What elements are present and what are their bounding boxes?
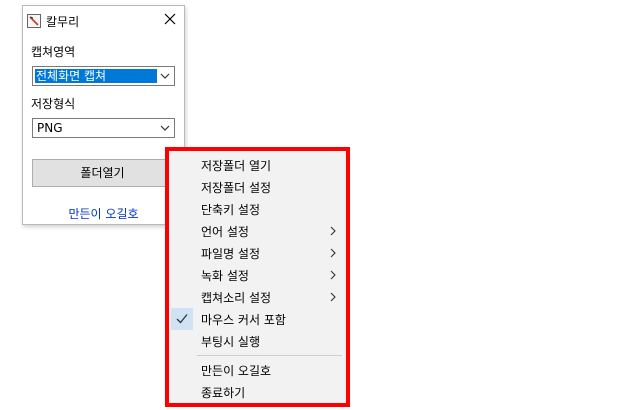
menu-item-recording-settings[interactable]: 녹화 설정	[169, 264, 346, 286]
save-format-select[interactable]: PNG	[32, 118, 175, 138]
menu-item-label: 종료하기	[201, 386, 246, 400]
chevron-down-icon	[160, 125, 170, 131]
close-icon[interactable]	[162, 11, 178, 27]
menu-item-open-save-folder[interactable]: 저장폴더 열기	[169, 154, 346, 176]
menu-item-label: 부팅시 실행	[201, 335, 261, 349]
capture-area-label: 캡쳐영역	[31, 45, 76, 59]
chevron-right-icon	[330, 226, 336, 236]
window-title: 칼무리	[46, 15, 80, 29]
context-menu: 저장폴더 열기 저장폴더 설정 단축키 설정 언어 설정 파일명 설정 녹화 설…	[165, 147, 350, 407]
open-folder-button[interactable]: 폴더열기	[32, 159, 173, 187]
save-format-value: PNG	[37, 121, 63, 135]
menu-item-include-mouse-cursor[interactable]: 마우스 커서 포함	[169, 308, 346, 330]
capture-area-value: 전체화면 캡쳐	[35, 69, 157, 83]
chevron-right-icon	[330, 270, 336, 280]
menu-item-filename-settings[interactable]: 파일명 설정	[169, 242, 346, 264]
menu-item-label: 마우스 커서 포함	[201, 313, 286, 327]
chevron-right-icon	[330, 248, 336, 258]
menu-item-shortcut-settings[interactable]: 단축키 설정	[169, 198, 346, 220]
app-knife-icon	[27, 14, 41, 28]
menu-item-label: 단축키 설정	[201, 203, 261, 217]
menu-item-maker[interactable]: 만든이 오길호	[169, 359, 346, 381]
capture-area-select[interactable]: 전체화면 캡쳐	[32, 66, 175, 86]
menu-item-label: 저장폴더 설정	[201, 181, 272, 195]
checkmark-icon	[176, 314, 188, 324]
menu-item-label: 언어 설정	[201, 225, 249, 239]
menu-item-label: 파일명 설정	[201, 247, 261, 261]
menu-item-set-save-folder[interactable]: 저장폴더 설정	[169, 176, 346, 198]
menu-item-label: 만든이 오길호	[201, 364, 272, 378]
menu-item-label: 녹화 설정	[201, 269, 249, 283]
save-format-label: 저장형식	[31, 97, 76, 111]
menu-item-capture-sound-settings[interactable]: 캡쳐소리 설정	[169, 286, 346, 308]
chevron-right-icon	[330, 292, 336, 302]
menu-item-label: 캡쳐소리 설정	[201, 291, 272, 305]
app-window: 칼무리 캡쳐영역 전체화면 캡쳐 저장형식 PNG 폴더열기 만든이 오길호	[22, 5, 185, 225]
maker-link[interactable]: 만든이 오길호	[23, 205, 184, 222]
menu-separator	[197, 355, 342, 356]
menu-item-run-at-boot[interactable]: 부팅시 실행	[169, 330, 346, 352]
chevron-down-icon	[160, 73, 170, 79]
menu-item-exit[interactable]: 종료하기	[169, 381, 346, 403]
title-bar[interactable]: 칼무리	[23, 6, 184, 35]
menu-item-language-settings[interactable]: 언어 설정	[169, 220, 346, 242]
menu-item-label: 저장폴더 열기	[201, 159, 272, 173]
